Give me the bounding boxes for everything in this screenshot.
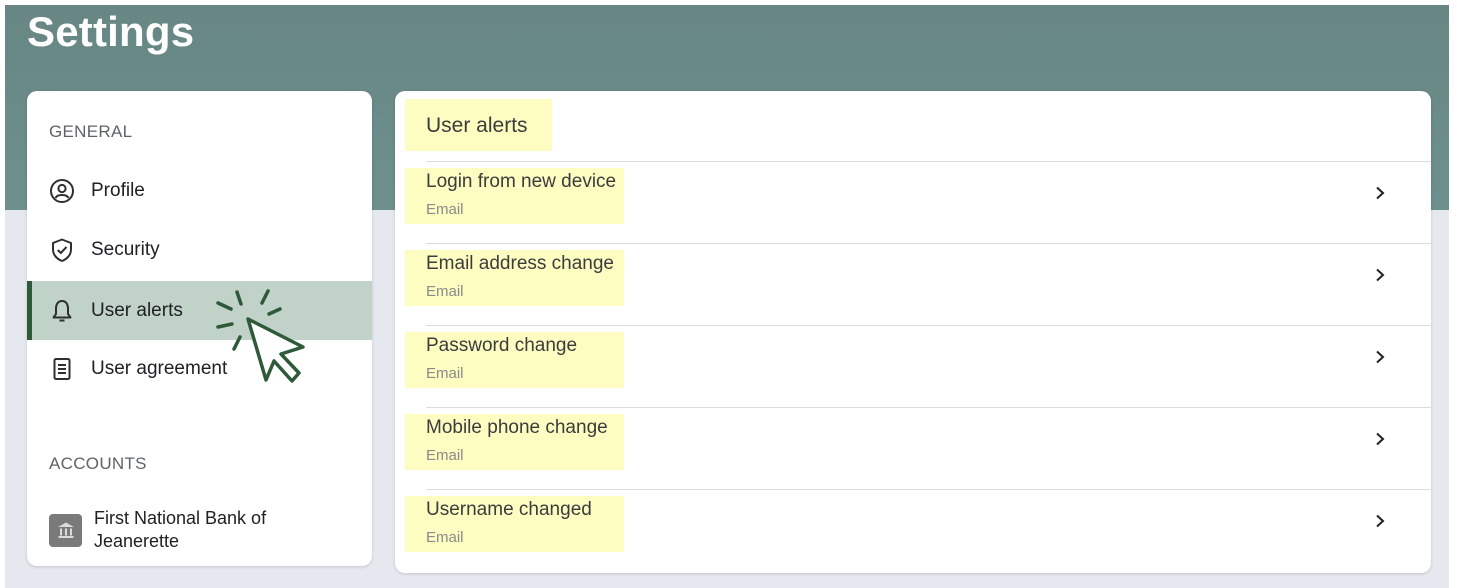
sidebar-item-security[interactable]: Security — [27, 220, 372, 279]
chevron-right-icon — [1370, 347, 1390, 367]
alert-title: Login from new device — [426, 171, 617, 192]
document-icon — [49, 356, 75, 382]
chevron-right-icon — [1370, 183, 1390, 203]
alert-title: Mobile phone change — [426, 417, 608, 438]
alert-title: Password change — [426, 335, 578, 356]
sidebar-item-label: Profile — [91, 179, 145, 201]
alert-title: Username changed — [426, 499, 592, 520]
panel-title: User alerts — [426, 114, 528, 137]
bank-icon — [49, 513, 82, 547]
alert-row-username-changed[interactable]: Username changed Email — [395, 490, 1431, 572]
alert-channel: Email — [426, 283, 464, 300]
alert-channel: Email — [426, 529, 464, 546]
alert-row-login-new-device[interactable]: Login from new device Email — [395, 162, 1431, 244]
sidebar-item-label: Security — [91, 238, 160, 260]
user-alerts-panel: User alerts Login from new device Email … — [395, 91, 1431, 573]
alert-row-email-address-change[interactable]: Email address change Email — [395, 244, 1431, 326]
sidebar-item-user-alerts[interactable]: User alerts — [27, 281, 372, 340]
bell-icon — [49, 298, 75, 324]
chevron-right-icon — [1370, 265, 1390, 285]
account-name: First National Bank of Jeanerette — [94, 508, 267, 551]
chevron-right-icon — [1370, 511, 1390, 531]
alert-channel: Email — [426, 201, 464, 218]
sidebar-item-profile[interactable]: Profile — [27, 161, 372, 220]
shield-icon — [49, 237, 75, 263]
profile-icon — [49, 178, 75, 204]
account-item[interactable]: First National Bank of Jeanerette — [49, 507, 359, 553]
page-title: Settings — [27, 8, 195, 55]
sidebar-item-label: User agreement — [91, 357, 228, 379]
sidebar-item-label: User alerts — [91, 299, 183, 321]
general-section-label: GENERAL — [49, 122, 133, 141]
sidebar-item-user-agreement[interactable]: User agreement — [27, 339, 372, 398]
alert-title: Email address change — [426, 253, 614, 274]
alert-row-password-change[interactable]: Password change Email — [395, 326, 1431, 408]
alert-channel: Email — [426, 365, 464, 382]
accounts-section-label: ACCOUNTS — [49, 454, 147, 473]
chevron-right-icon — [1370, 429, 1390, 449]
alert-channel: Email — [426, 447, 464, 464]
settings-sidebar: GENERAL Profile Security User alerts Use… — [27, 91, 372, 566]
alert-row-mobile-phone-change[interactable]: Mobile phone change Email — [395, 408, 1431, 490]
